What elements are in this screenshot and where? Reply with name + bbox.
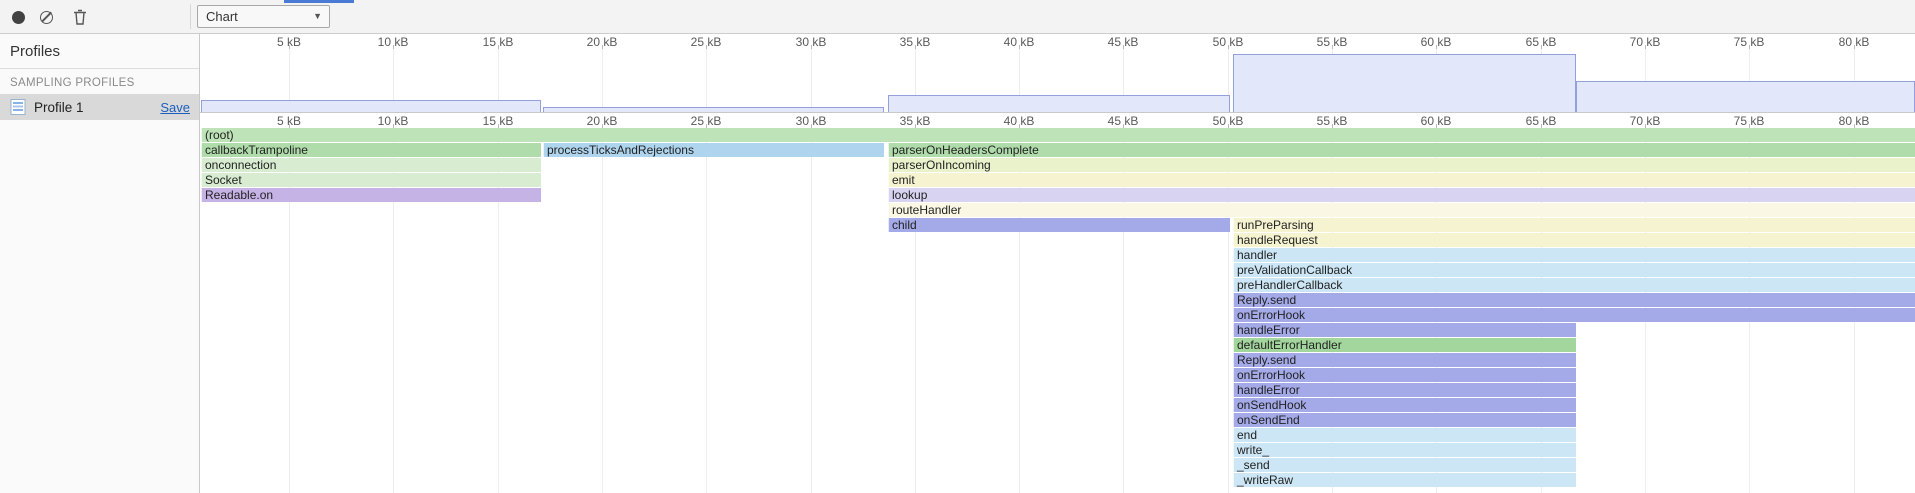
flame-frame[interactable]: handleError — [1233, 383, 1576, 397]
flame-frame[interactable]: child — [888, 218, 1230, 232]
flame-frame[interactable]: end — [1233, 428, 1576, 442]
flame-frame[interactable]: _send — [1233, 458, 1576, 472]
overview-region — [543, 107, 884, 112]
flame-frame[interactable]: handler — [1233, 248, 1915, 262]
flame-frame[interactable]: emit — [888, 173, 1915, 187]
sampling-profiles-header: SAMPLING PROFILES — [0, 69, 199, 94]
overview-region — [888, 95, 1230, 112]
flame-frame[interactable]: Socket — [201, 173, 541, 187]
overview-region — [201, 100, 541, 112]
gridline — [706, 128, 707, 493]
clear-button[interactable] — [38, 9, 54, 25]
profiles-sidebar: Profiles SAMPLING PROFILES Profile 1 Sav… — [0, 34, 200, 493]
flame-frame[interactable]: defaultErrorHandler — [1233, 338, 1576, 352]
flame-frame[interactable]: lookup — [888, 188, 1915, 202]
flame-frame[interactable]: (root) — [201, 128, 1915, 142]
flame-frame[interactable]: Reply.send — [1233, 353, 1576, 367]
overview-region — [1233, 54, 1576, 112]
clear-icon — [40, 11, 53, 24]
ruler-bottom: 5 kB10 kB15 kB20 kB25 kB30 kB35 kB40 kB4… — [200, 113, 1915, 128]
chevron-down-icon: ▼ — [313, 6, 322, 27]
record-icon — [12, 11, 25, 24]
flame-frame[interactable]: processTicksAndRejections — [543, 143, 884, 157]
gridline — [811, 49, 812, 112]
profile-item[interactable]: Profile 1 Save — [0, 94, 199, 120]
flame-frame[interactable]: onconnection — [201, 158, 541, 172]
flame-frame[interactable]: onSendEnd — [1233, 413, 1576, 427]
flame-frame[interactable]: preValidationCallback — [1233, 263, 1915, 277]
flame-frame[interactable]: handleRequest — [1233, 233, 1915, 247]
toolbar-separator — [190, 4, 191, 29]
flame-frame[interactable]: Readable.on — [201, 188, 541, 202]
flame-frame[interactable]: onErrorHook — [1233, 368, 1576, 382]
flame-frame[interactable]: callbackTrampoline — [201, 143, 541, 157]
flame-chart-panel: 5 kB10 kB15 kB20 kB25 kB30 kB35 kB40 kB4… — [200, 34, 1915, 493]
flame-frame[interactable]: parserOnIncoming — [888, 158, 1915, 172]
gridline — [602, 128, 603, 493]
trash-icon — [73, 9, 87, 25]
flame-frame[interactable]: write_ — [1233, 443, 1576, 457]
record-button[interactable] — [10, 9, 26, 25]
profiles-panel-title: Profiles — [0, 34, 199, 69]
flame-frame[interactable]: Reply.send — [1233, 293, 1915, 307]
overview-pane[interactable] — [200, 49, 1915, 113]
profile-name: Profile 1 — [34, 100, 153, 115]
profile-icon — [9, 98, 27, 116]
view-mode-select[interactable]: Chart ▼ — [197, 5, 330, 28]
overview-region — [1576, 81, 1915, 112]
flame-frame[interactable]: handleError — [1233, 323, 1576, 337]
flame-frame[interactable]: preHandlerCallback — [1233, 278, 1915, 292]
ruler-top: 5 kB10 kB15 kB20 kB25 kB30 kB35 kB40 kB4… — [200, 34, 1915, 49]
save-profile-link[interactable]: Save — [160, 100, 190, 115]
flame-frame[interactable]: onErrorHook — [1233, 308, 1915, 322]
gridline — [602, 49, 603, 112]
flame-chart[interactable]: (root)callbackTrampolineprocessTicksAndR… — [200, 128, 1915, 493]
gridline — [811, 128, 812, 493]
devtools-memory-panel: { "toolbar": { "select_label": "Chart" }… — [0, 0, 1915, 493]
profiler-toolbar: Chart ▼ — [0, 0, 1915, 34]
flame-frame[interactable]: runPreParsing — [1233, 218, 1915, 232]
flame-frame[interactable]: onSendHook — [1233, 398, 1576, 412]
delete-profile-button[interactable] — [72, 9, 88, 25]
flame-frame[interactable]: routeHandler — [888, 203, 1915, 217]
view-mode-selected-value: Chart — [206, 9, 238, 24]
flame-frame[interactable]: _writeRaw — [1233, 473, 1576, 487]
gridline — [706, 49, 707, 112]
flame-frame[interactable]: parserOnHeadersComplete — [888, 143, 1915, 157]
active-tab-indicator — [284, 0, 354, 3]
